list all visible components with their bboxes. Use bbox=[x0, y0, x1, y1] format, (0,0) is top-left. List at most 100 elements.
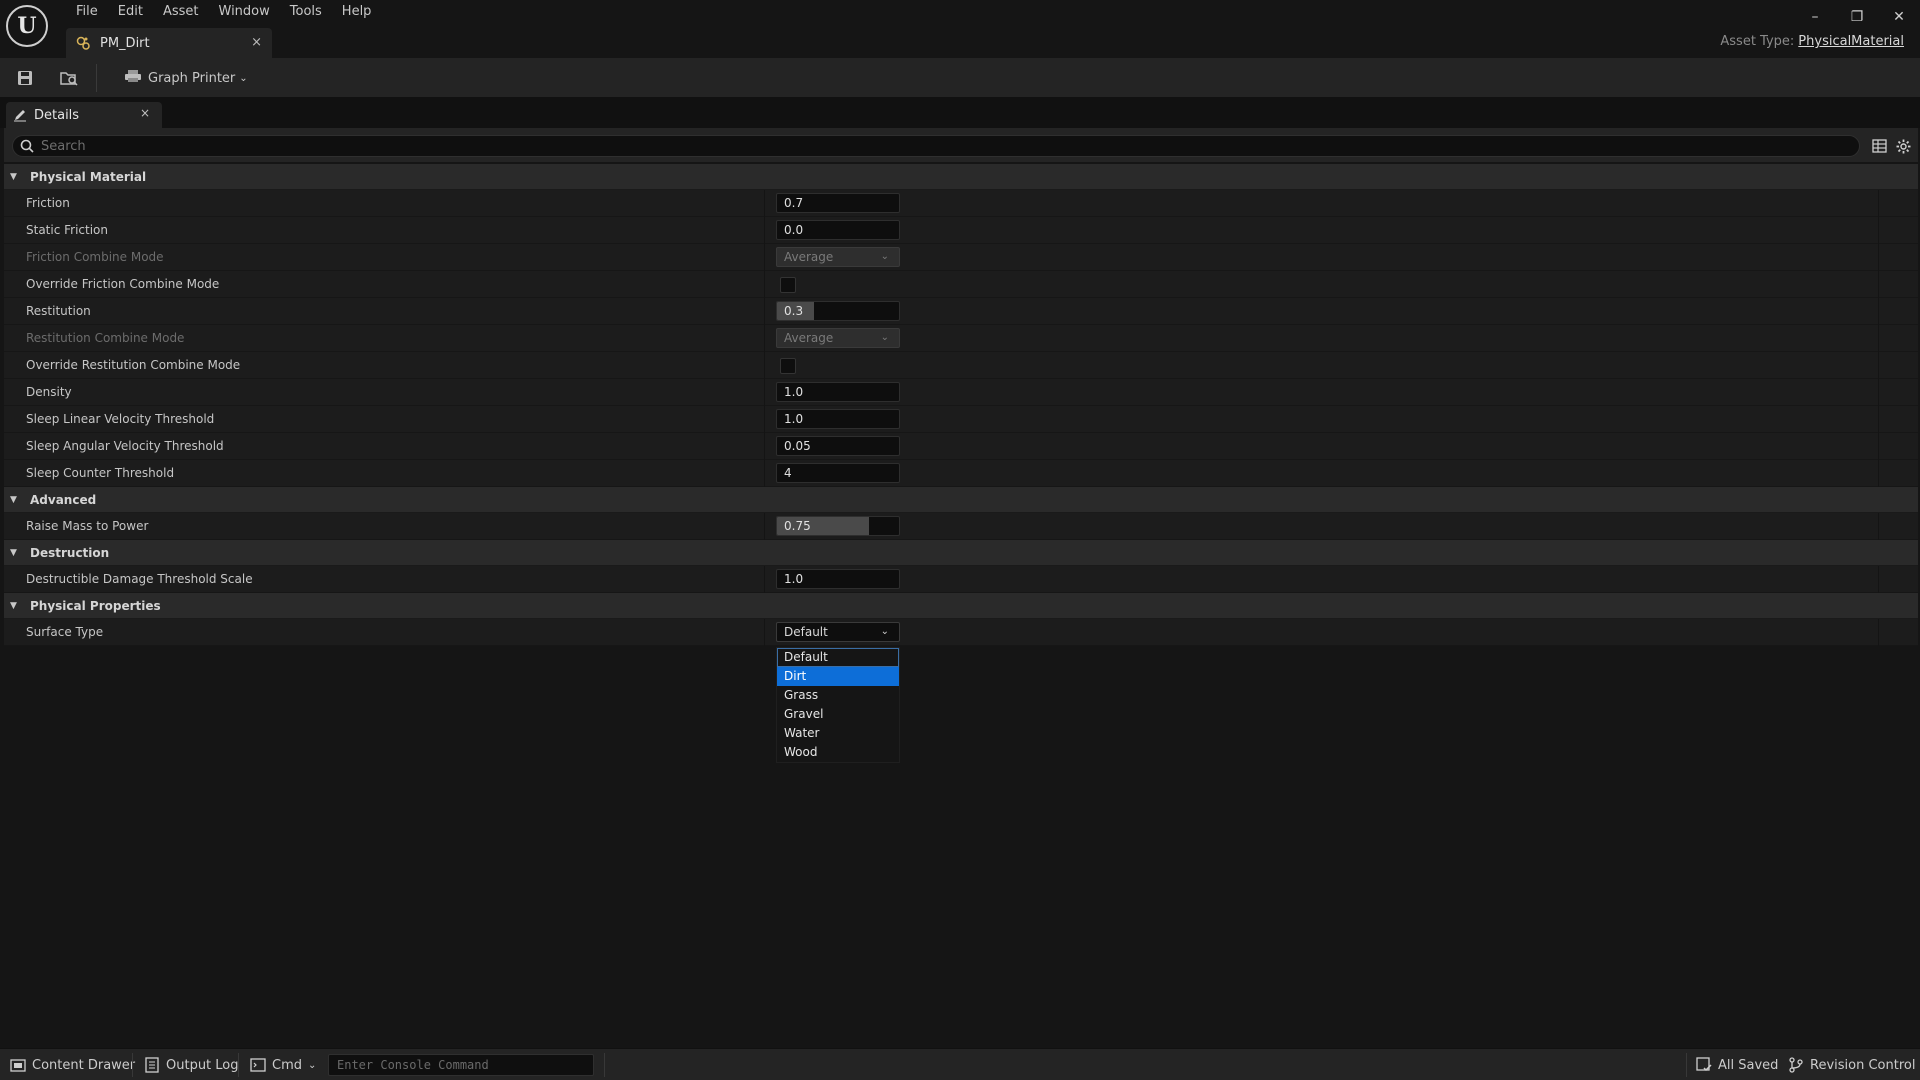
details-search-input[interactable] bbox=[41, 138, 1821, 154]
output-log-icon bbox=[144, 1057, 160, 1073]
category-label: Destruction bbox=[30, 545, 110, 560]
restore-window-button[interactable]: ❐ bbox=[1836, 2, 1878, 32]
content-drawer-icon bbox=[10, 1057, 26, 1073]
column-divider[interactable] bbox=[764, 190, 765, 217]
sleep-angular-velocity-threshold-input[interactable]: 0.05 bbox=[776, 436, 900, 456]
sleep-counter-threshold-input[interactable]: 4 bbox=[776, 463, 900, 483]
status-separator bbox=[604, 1053, 605, 1077]
property-row-sleep-linear-velocity-threshold: Sleep Linear Velocity Threshold 1.0 bbox=[4, 406, 1918, 433]
category-advanced[interactable]: ▼ Advanced bbox=[4, 487, 1918, 513]
column-divider[interactable] bbox=[764, 619, 765, 646]
column-divider bbox=[1878, 379, 1879, 406]
raise-mass-to-power-value: 0.75 bbox=[784, 519, 811, 533]
restitution-slider-input[interactable]: 0.3 bbox=[776, 301, 900, 321]
terminal-icon bbox=[250, 1057, 266, 1073]
title-bar: U File Edit Asset Window Tools Help PM_D… bbox=[0, 0, 1920, 58]
column-divider[interactable] bbox=[764, 244, 765, 271]
graph-printer-label: Graph Printer bbox=[148, 70, 236, 86]
column-divider[interactable] bbox=[764, 460, 765, 487]
console-command-input[interactable] bbox=[329, 1055, 593, 1075]
column-divider[interactable] bbox=[764, 217, 765, 244]
override-restitution-combine-mode-checkbox[interactable] bbox=[780, 358, 796, 374]
property-label: Density bbox=[26, 385, 72, 399]
chevron-down-icon: ⌄ bbox=[239, 72, 248, 84]
content-drawer-button[interactable]: Content Drawer bbox=[10, 1049, 135, 1080]
category-physical-material[interactable]: ▼ Physical Material bbox=[4, 164, 1918, 190]
sleep-linear-velocity-threshold-input[interactable]: 1.0 bbox=[776, 409, 900, 429]
close-details-tab-icon[interactable]: × bbox=[140, 106, 150, 120]
minimize-window-button[interactable]: – bbox=[1794, 2, 1836, 32]
window-controls: – ❐ ✕ bbox=[1794, 2, 1920, 32]
asset-type-link[interactable]: PhysicalMaterial bbox=[1798, 34, 1904, 49]
status-separator bbox=[238, 1053, 239, 1077]
static-friction-value: 0.0 bbox=[784, 223, 804, 237]
triangle-down-icon: ▼ bbox=[10, 171, 17, 182]
column-divider[interactable] bbox=[764, 379, 765, 406]
save-button[interactable] bbox=[12, 66, 38, 90]
column-divider[interactable] bbox=[764, 513, 765, 540]
column-divider[interactable] bbox=[764, 298, 765, 325]
saved-icon bbox=[1696, 1057, 1712, 1073]
menu-edit[interactable]: Edit bbox=[108, 3, 153, 21]
property-matrix-button[interactable] bbox=[1870, 137, 1888, 155]
surface-type-option-gravel[interactable]: Gravel bbox=[777, 705, 899, 724]
cmd-selector-button[interactable]: Cmd ⌄ bbox=[250, 1049, 316, 1080]
friction-input[interactable]: 0.7 bbox=[776, 193, 900, 213]
revision-control-button[interactable]: Revision Control bbox=[1788, 1049, 1915, 1080]
menu-window[interactable]: Window bbox=[209, 3, 280, 21]
all-saved-button[interactable]: All Saved bbox=[1696, 1049, 1778, 1080]
category-destruction[interactable]: ▼ Destruction bbox=[4, 540, 1918, 566]
column-divider bbox=[1878, 433, 1879, 460]
asset-type-label: Asset Type: bbox=[1720, 34, 1795, 49]
override-friction-combine-mode-checkbox[interactable] bbox=[780, 277, 796, 293]
property-row-raise-mass-to-power: Raise Mass to Power 0.75 bbox=[4, 513, 1918, 540]
category-label: Physical Properties bbox=[30, 598, 161, 613]
property-label: Friction Combine Mode bbox=[26, 250, 164, 264]
view-options-button[interactable] bbox=[1894, 137, 1912, 155]
property-label: Static Friction bbox=[26, 223, 109, 237]
category-physical-properties[interactable]: ▼ Physical Properties bbox=[4, 593, 1918, 619]
menu-tools[interactable]: Tools bbox=[280, 3, 332, 21]
column-divider bbox=[1878, 217, 1879, 244]
unreal-logo-icon[interactable]: U bbox=[6, 5, 48, 47]
property-label: Friction bbox=[26, 196, 70, 210]
cmd-label: Cmd bbox=[272, 1057, 302, 1073]
static-friction-input[interactable]: 0.0 bbox=[776, 220, 900, 240]
column-divider[interactable] bbox=[764, 352, 765, 379]
column-divider bbox=[1878, 513, 1879, 540]
surface-type-option-water[interactable]: Water bbox=[777, 724, 899, 743]
menu-help[interactable]: Help bbox=[332, 3, 382, 21]
document-tab-pm-dirt[interactable]: PM_Dirt × bbox=[66, 28, 272, 58]
surface-type-value: Default bbox=[784, 625, 828, 639]
chevron-down-icon: ⌄ bbox=[880, 626, 889, 637]
raise-mass-to-power-slider-input[interactable]: 0.75 bbox=[776, 516, 900, 536]
column-divider[interactable] bbox=[764, 406, 765, 433]
details-tab[interactable]: Details × bbox=[6, 102, 162, 128]
graph-printer-button[interactable]: Graph Printer ⌄ bbox=[124, 68, 248, 88]
column-divider[interactable] bbox=[764, 271, 765, 298]
column-divider[interactable] bbox=[764, 566, 765, 593]
surface-type-option-dirt[interactable]: Dirt bbox=[777, 667, 899, 686]
property-label: Destructible Damage Threshold Scale bbox=[26, 572, 253, 586]
output-log-button[interactable]: Output Log bbox=[144, 1049, 239, 1080]
density-input[interactable]: 1.0 bbox=[776, 382, 900, 402]
menu-asset[interactable]: Asset bbox=[153, 3, 209, 21]
destructible-damage-threshold-scale-input[interactable]: 1.0 bbox=[776, 569, 900, 589]
close-tab-icon[interactable]: × bbox=[251, 35, 262, 50]
density-value: 1.0 bbox=[784, 385, 804, 399]
property-row-override-friction-combine-mode: Override Friction Combine Mode bbox=[4, 271, 1918, 298]
status-bar: Content Drawer Output Log Cmd ⌄ All Save… bbox=[0, 1048, 1920, 1080]
column-divider[interactable] bbox=[764, 325, 765, 352]
menu-file[interactable]: File bbox=[66, 3, 108, 21]
surface-type-option-wood[interactable]: Wood bbox=[777, 743, 899, 762]
surface-type-option-grass[interactable]: Grass bbox=[777, 686, 899, 705]
browse-to-asset-button[interactable] bbox=[56, 66, 82, 90]
status-separator bbox=[1686, 1053, 1687, 1077]
surface-type-option-default[interactable]: Default bbox=[777, 648, 899, 667]
column-divider bbox=[1878, 406, 1879, 433]
column-divider bbox=[1878, 460, 1879, 487]
surface-type-combo[interactable]: Default ⌄ bbox=[776, 622, 900, 642]
close-window-button[interactable]: ✕ bbox=[1878, 2, 1920, 32]
property-label: Sleep Counter Threshold bbox=[26, 466, 175, 480]
column-divider[interactable] bbox=[764, 433, 765, 460]
